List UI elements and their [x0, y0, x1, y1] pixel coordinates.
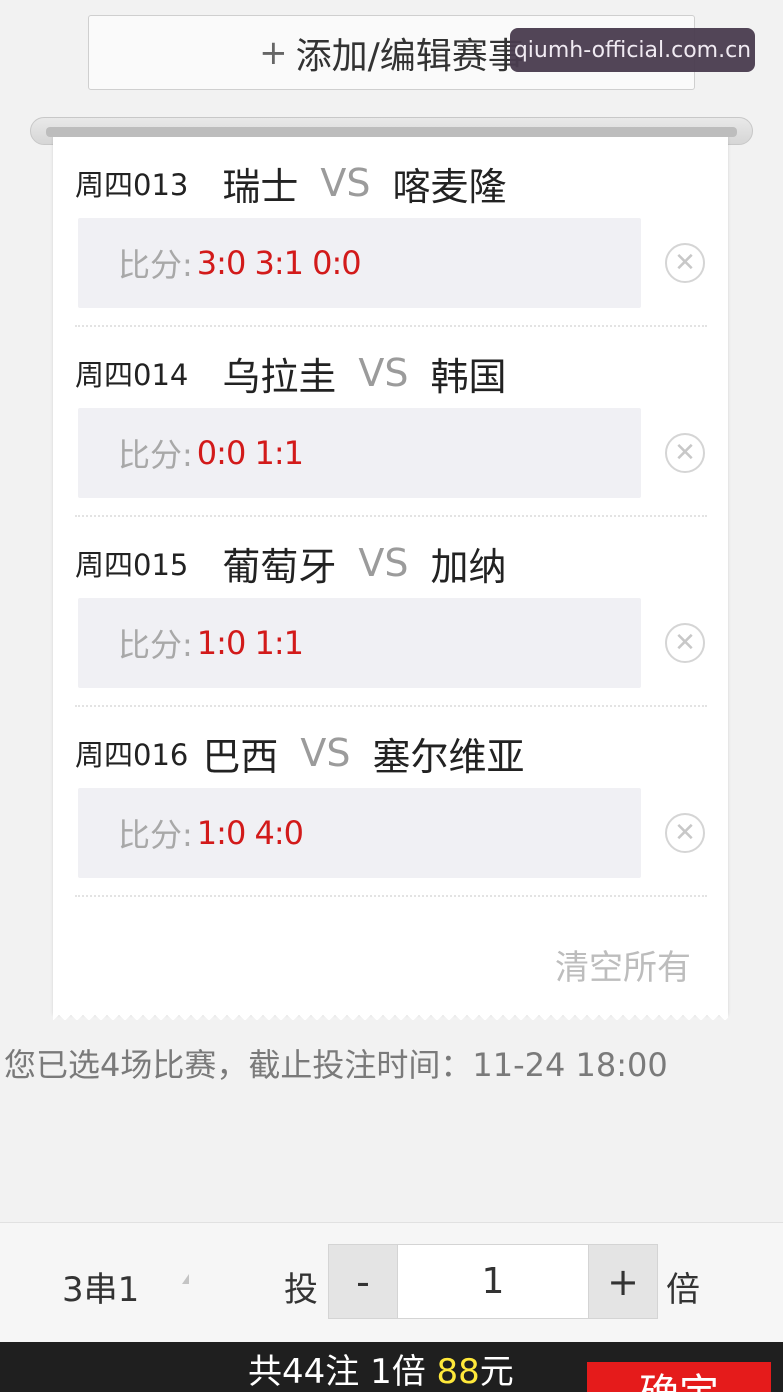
add-edit-label: 添加/编辑赛事 — [295, 35, 524, 77]
away-team: 喀麦隆 — [392, 164, 507, 209]
home-team: 葡萄牙 — [222, 544, 337, 589]
away-team: 塞尔维亚 — [372, 734, 525, 779]
vs-label: VS — [300, 731, 351, 775]
score-selection[interactable]: 比分: 1:0 4:0 — [78, 788, 641, 878]
match-header: 周四014 乌拉圭 VS 韩国 — [75, 343, 707, 403]
match-header: 周四015 葡萄牙 VS 加纳 — [75, 533, 707, 593]
dropdown-caret-icon[interactable] — [182, 1274, 189, 1284]
match-code: 周四015 — [75, 548, 189, 582]
match-row: 周四016 巴西 VS 塞尔维亚 比分: 1:0 4:0 ✕ — [75, 723, 707, 897]
score-label: 比分: — [118, 246, 193, 284]
remove-match-button[interactable]: ✕ — [665, 433, 705, 473]
match-code: 周四013 — [75, 168, 189, 202]
ticket-torn-edge — [53, 1010, 728, 1020]
bet-total-summary: 共44注 1倍 88元 — [248, 1344, 514, 1392]
score-values: 3:0 3:1 0:0 — [196, 244, 362, 282]
summary-prefix: 共44注 1倍 — [248, 1352, 437, 1392]
watermark: qiumh-official.com.cn — [510, 28, 755, 72]
match-code: 周四014 — [75, 358, 189, 392]
remove-match-button[interactable]: ✕ — [665, 623, 705, 663]
decrease-button[interactable]: - — [329, 1245, 397, 1318]
score-values: 0:0 1:1 — [196, 434, 304, 472]
away-team: 韩国 — [430, 354, 507, 399]
multiplier-input[interactable]: 1 — [397, 1245, 589, 1318]
score-selection[interactable]: 比分: 3:0 3:1 0:0 — [78, 218, 641, 308]
home-team: 乌拉圭 — [222, 354, 337, 399]
multiplier-unit-label: 倍 — [666, 1270, 700, 1310]
score-values: 1:0 1:1 — [196, 624, 304, 662]
increase-button[interactable]: + — [589, 1245, 657, 1318]
confirm-button[interactable]: 确定 — [587, 1362, 771, 1392]
home-team: 巴西 — [202, 734, 279, 779]
clear-all-button[interactable]: 清空所有 — [555, 940, 691, 989]
remove-match-button[interactable]: ✕ — [665, 243, 705, 283]
ticket-roller-slot — [46, 127, 737, 137]
match-header: 周四016 巴西 VS 塞尔维亚 — [75, 723, 707, 783]
plus-icon: + — [259, 32, 288, 73]
close-icon: ✕ — [674, 248, 696, 278]
multiplier-stepper: - 1 + — [328, 1244, 658, 1319]
vs-label: VS — [358, 541, 409, 585]
remove-match-button[interactable]: ✕ — [665, 813, 705, 853]
match-header: 周四013 瑞士 VS 喀麦隆 — [75, 153, 707, 213]
close-icon: ✕ — [674, 818, 696, 848]
score-values: 1:0 4:0 — [196, 814, 304, 852]
bet-label: 投 — [284, 1270, 318, 1310]
close-icon: ✕ — [674, 628, 696, 658]
away-team: 加纳 — [430, 544, 507, 589]
selection-summary: 您已选4场比赛，截止投注时间：11-24 18:00 — [4, 1046, 668, 1084]
parlay-type-select[interactable]: 3串1 — [62, 1262, 139, 1311]
vs-label: VS — [358, 351, 409, 395]
score-label: 比分: — [118, 816, 193, 854]
score-label: 比分: — [118, 626, 193, 664]
match-row: 周四014 乌拉圭 VS 韩国 比分: 0:0 1:1 ✕ — [75, 343, 707, 517]
score-label: 比分: — [118, 436, 193, 474]
home-team: 瑞士 — [222, 164, 299, 209]
match-row: 周四013 瑞士 VS 喀麦隆 比分: 3:0 3:1 0:0 ✕ — [75, 153, 707, 327]
match-code: 周四016 — [75, 738, 189, 772]
score-selection[interactable]: 比分: 1:0 1:1 — [78, 598, 641, 688]
total-amount: 88 — [436, 1352, 480, 1392]
close-icon: ✕ — [674, 438, 696, 468]
currency-unit: 元 — [479, 1352, 514, 1392]
match-row: 周四015 葡萄牙 VS 加纳 比分: 1:0 1:1 ✕ — [75, 533, 707, 707]
score-selection[interactable]: 比分: 0:0 1:1 — [78, 408, 641, 498]
vs-label: VS — [320, 161, 371, 205]
